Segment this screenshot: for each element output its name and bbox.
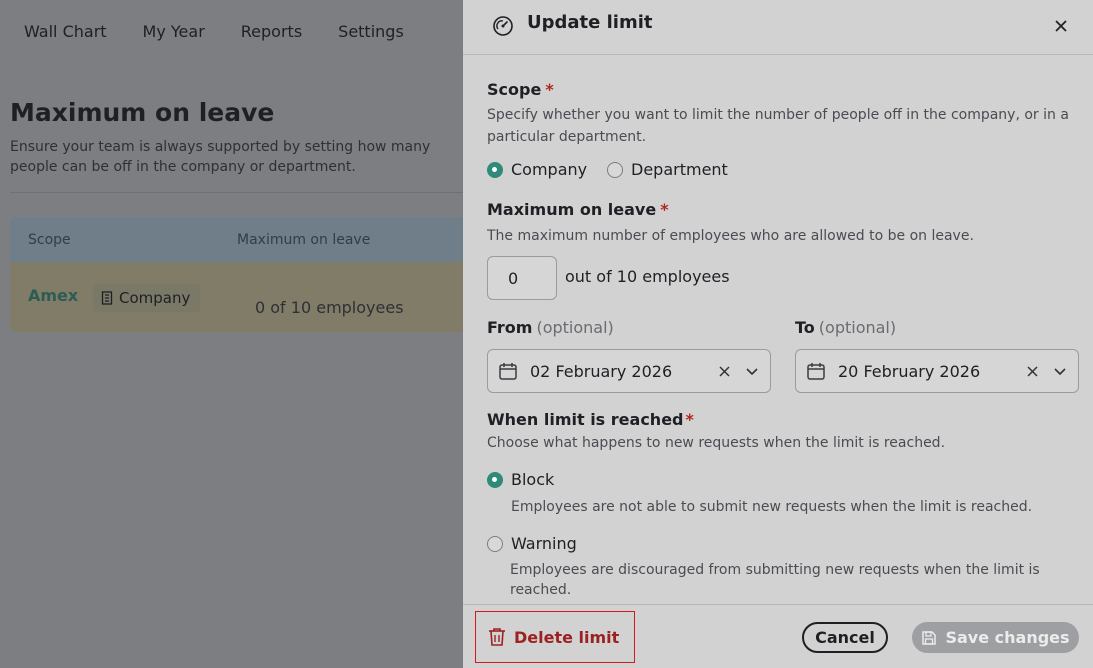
page-description: Ensure your team is always supported by … — [10, 139, 431, 175]
close-icon — [1055, 20, 1067, 32]
clear-to-button[interactable] — [1022, 362, 1042, 381]
max-input[interactable] — [487, 256, 557, 300]
warning-description: Employees are discouraged from submittin… — [510, 562, 1040, 598]
to-label: To (optional) — [795, 318, 897, 337]
radio-warning[interactable]: Warning — [487, 534, 577, 553]
close-button[interactable] — [1049, 14, 1073, 38]
update-limit-drawer: Update limit Scope * Specify whether you … — [463, 0, 1093, 668]
nav-reports[interactable]: Reports — [241, 22, 302, 41]
scope-help: Specify whether you want to limit the nu… — [487, 107, 1069, 145]
radio-company[interactable]: Company — [487, 160, 587, 179]
from-date-value: 02 February 2026 — [530, 361, 673, 381]
radio-department[interactable]: Department — [607, 160, 728, 179]
max-help: The maximum number of employees who are … — [487, 228, 974, 244]
table-row[interactable]: Amex Company — [10, 262, 480, 332]
building-icon — [101, 291, 113, 305]
block-description: Employees are not able to submit new req… — [511, 499, 1033, 515]
calendar-icon — [499, 363, 517, 380]
max-label: Maximum on leave * — [487, 200, 669, 219]
nav-my-year[interactable]: My Year — [143, 22, 205, 41]
radio-warning-dot[interactable] — [487, 535, 503, 552]
save-changes-button[interactable]: Save changes — [912, 622, 1079, 653]
from-label: From (optional) — [487, 318, 614, 337]
chevron-down-icon[interactable] — [1052, 363, 1068, 379]
top-nav: Wall Chart My Year Reports Settings — [24, 22, 404, 41]
nav-settings[interactable]: Settings — [338, 22, 404, 41]
trash-icon — [489, 628, 505, 646]
limits-table: Scope Maximum on leave Amex Company — [10, 217, 480, 332]
divider — [10, 192, 470, 193]
table-header: Scope Maximum on leave — [10, 217, 480, 262]
drawer-header: Update limit — [463, 0, 1093, 55]
when-help: Choose what happens to new requests when… — [487, 435, 946, 451]
radio-department-dot[interactable] — [607, 161, 623, 178]
row-max: 0 of 10 employees — [255, 298, 404, 317]
clear-from-button[interactable] — [714, 362, 734, 381]
close-icon — [1026, 365, 1038, 377]
cancel-button[interactable]: Cancel — [802, 622, 888, 653]
from-date-picker[interactable]: 02 February 2026 — [487, 349, 771, 393]
header-scope: Scope — [28, 231, 71, 248]
radio-block-dot[interactable] — [487, 471, 503, 488]
when-label: When limit is reached * — [487, 410, 694, 429]
drawer-title: Update limit — [527, 12, 653, 33]
scope-chip-label: Company — [119, 289, 191, 307]
gauge-icon — [493, 16, 513, 36]
row-name[interactable]: Amex — [28, 286, 78, 305]
chevron-down-icon[interactable] — [744, 363, 760, 379]
calendar-icon — [807, 363, 825, 380]
delete-limit-button[interactable]: Delete limit — [475, 611, 635, 663]
to-date-picker[interactable]: 20 February 2026 — [795, 349, 1079, 393]
scope-label: Scope * — [487, 80, 554, 99]
close-icon — [718, 365, 730, 377]
radio-company-dot[interactable] — [487, 161, 503, 178]
scope-chip: Company — [93, 284, 201, 312]
save-icon — [922, 630, 937, 645]
header-max: Maximum on leave — [237, 231, 371, 248]
nav-wall-chart[interactable]: Wall Chart — [24, 22, 107, 41]
drawer-footer: Delete limit Cancel Save changes — [463, 604, 1093, 668]
radio-block[interactable]: Block — [487, 470, 554, 489]
page-title: Maximum on leave — [10, 98, 275, 127]
to-date-value: 20 February 2026 — [838, 361, 981, 381]
max-suffix: out of 10 employees — [565, 267, 730, 286]
